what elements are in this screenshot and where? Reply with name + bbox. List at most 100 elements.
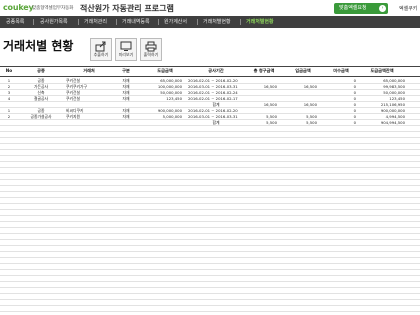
cell-unpaid[interactable]: 0 [322, 78, 356, 83]
grid-line [0, 275, 420, 276]
cell-total-claim[interactable]: 5,500 [246, 114, 277, 119]
cell-balance[interactable]: 123,450 [360, 96, 405, 101]
cell-total-claim[interactable]: 16,500 [246, 84, 277, 89]
print-label: 출력하기 [143, 52, 159, 57]
cell-period[interactable]: 2016-02-01 ~ 2016-02-24 [188, 90, 244, 95]
brand-logo[interactable]: coukey [3, 3, 34, 12]
export-button[interactable]: 추출하기 [90, 38, 112, 61]
cell-contract-amount[interactable]: 50,000,000 [138, 90, 182, 95]
vendor-status-table: No 공종 거래처 구분 도급금액 공사기간 총 청구금액 입금금액 미수금액 … [0, 66, 420, 315]
cell-work-type[interactable]: 신축 [22, 90, 60, 95]
cell-unpaid[interactable]: 0 [322, 90, 356, 95]
col-header-paid: 입금금액 [295, 68, 311, 73]
cell-no[interactable]: 2 [3, 114, 15, 119]
cell-no[interactable]: 2 [3, 84, 15, 89]
arrow-right-icon: › [379, 5, 386, 12]
export-label: 추출하기 [93, 52, 109, 57]
grid-line [0, 179, 420, 180]
cell-work-type[interactable]: 공종가설공사 [22, 114, 60, 119]
cell-vendor[interactable]: 쿠키건설 [66, 78, 110, 83]
cell-period[interactable]: 2016-02-01 ~ 2016-02-20 [188, 108, 244, 113]
cell-vendor[interactable]: 쿠키쿠키가구 [66, 84, 110, 89]
total-cell-unpaid[interactable]: 0 [322, 102, 356, 107]
total-cell-paid[interactable]: 5,500 [284, 120, 317, 125]
cell-balance[interactable]: 4,994,500 [360, 114, 405, 119]
nav-item-vendor-status-active[interactable]: 거래처별현황 [246, 16, 274, 28]
grid-line [0, 125, 420, 126]
col-header-work-type: 공종 [37, 68, 45, 73]
cell-vendor[interactable]: 쿠키건설 [66, 90, 110, 95]
cell-unpaid[interactable]: 0 [322, 96, 356, 101]
total-cell-unpaid[interactable]: 0 [322, 120, 356, 125]
grid-line [0, 227, 420, 228]
cell-work-type[interactable]: 공종 [22, 78, 60, 83]
cell-no[interactable]: 3 [3, 90, 15, 95]
cell-no[interactable]: 4 [3, 96, 15, 101]
print-button[interactable]: 출력하기 [140, 38, 162, 61]
nav-item-vendor-status-1[interactable]: 거래처별현황 [203, 16, 231, 28]
grid-line [0, 107, 420, 108]
cell-contract-amount[interactable]: 123,450 [138, 96, 182, 101]
cell-type[interactable]: 자재 [116, 108, 136, 113]
custom-request-button[interactable]: 맞춤엑셀요청 › [334, 3, 388, 14]
nav-divider [116, 19, 117, 25]
grid-line [0, 95, 420, 96]
grid-line [0, 167, 420, 168]
total-cell-balance[interactable]: 215,106,950 [360, 102, 405, 107]
nav-item-work-types[interactable]: 공종목록 [6, 16, 24, 28]
cell-type[interactable]: 자재 [116, 78, 136, 83]
cell-work-type[interactable]: 공종 [22, 108, 60, 113]
cell-work-type[interactable]: 가든공사 [22, 84, 60, 89]
cell-balance[interactable]: 99,983,500 [360, 84, 405, 89]
cell-paid[interactable]: 16,500 [284, 84, 317, 89]
cell-work-type[interactable]: 철골공사 [22, 96, 60, 101]
col-header-period: 공사기간 [208, 68, 224, 73]
cell-balance[interactable]: 50,000,000 [360, 90, 405, 95]
total-cell-period[interactable]: 합계 [188, 120, 244, 125]
grid-line [0, 293, 420, 294]
cell-type[interactable]: 자재 [116, 90, 136, 95]
brand-subtitle: 맞춤형엑셀업무자동화 [32, 6, 74, 11]
cell-period[interactable]: 2016-03-01 ~ 2016-03-31 [188, 114, 244, 119]
nav-item-cost-list[interactable]: 공사원가목록 [40, 16, 68, 28]
cell-period[interactable]: 2016-02-01 ~ 2016-02-20 [188, 78, 244, 83]
nav-item-cost-statement[interactable]: 원가계산서 [164, 16, 187, 28]
export-icon [95, 41, 106, 52]
cell-vendor[interactable]: 비씨디쿠키 [66, 108, 110, 113]
grid-line [0, 101, 420, 102]
cell-vendor[interactable]: 쿠키건설 [66, 96, 110, 101]
nav-item-vendor-mgmt[interactable]: 거래처관리 [84, 16, 107, 28]
grid-line [0, 221, 420, 222]
grid-line [0, 203, 420, 204]
cell-balance[interactable]: 65,000,000 [360, 78, 405, 83]
cell-contract-amount[interactable]: 100,000,000 [138, 84, 182, 89]
nav-item-transaction-entry[interactable]: 거래내역등록 [122, 16, 150, 28]
cell-type[interactable]: 자재 [116, 84, 136, 89]
cell-contract-amount[interactable]: 65,000,000 [138, 78, 182, 83]
col-header-vendor: 거래처 [83, 68, 95, 73]
total-cell-balance[interactable]: 904,994,500 [360, 120, 405, 125]
cell-period[interactable]: 2016-02-01 ~ 2016-02-17 [188, 96, 244, 101]
total-cell-paid[interactable]: 16,500 [284, 102, 317, 107]
total-cell-period[interactable]: 합계 [188, 102, 244, 107]
cell-vendor[interactable]: 쿠키지원 [66, 114, 110, 119]
cell-contract-amount[interactable]: 900,000,000 [138, 108, 182, 113]
cell-balance[interactable]: 900,000,000 [360, 108, 405, 113]
cell-no[interactable]: 1 [3, 108, 15, 113]
preview-button[interactable]: 미리보기 [115, 38, 137, 61]
cell-unpaid[interactable]: 0 [322, 114, 356, 119]
cell-paid[interactable]: 5,500 [284, 114, 317, 119]
cell-period[interactable]: 2016-03-01 ~ 2016-03-31 [188, 84, 244, 89]
total-cell-total-claim[interactable]: 5,500 [246, 120, 277, 125]
nav-divider [240, 19, 241, 25]
total-cell-total-claim[interactable]: 16,500 [246, 102, 277, 107]
cell-type[interactable]: 자재 [116, 114, 136, 119]
nav-divider [33, 19, 34, 25]
cell-type[interactable]: 자재 [116, 96, 136, 101]
cell-contract-amount[interactable]: 5,000,000 [138, 114, 182, 119]
cell-unpaid[interactable]: 0 [322, 84, 356, 89]
cell-no[interactable]: 1 [3, 78, 15, 83]
monitor-icon [120, 41, 132, 51]
cell-unpaid[interactable]: 0 [322, 108, 356, 113]
col-header-type: 구분 [122, 68, 130, 73]
